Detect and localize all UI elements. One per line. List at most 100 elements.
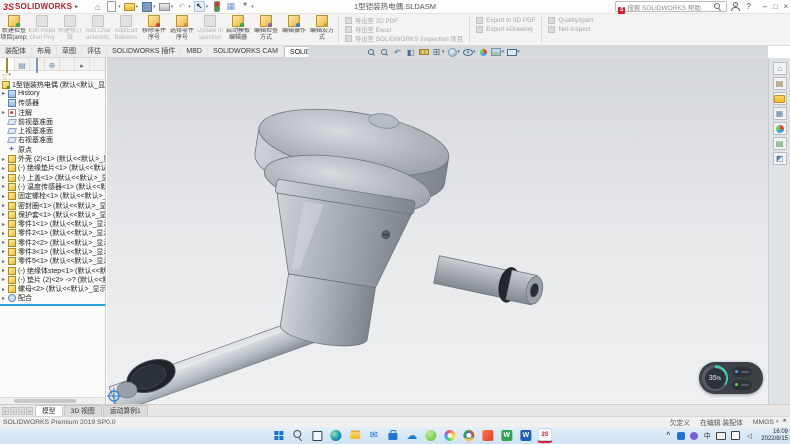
tree-item[interactable]: (-) 上盖<1> (默认<<默认>_显示状 — [0, 173, 105, 182]
new-document-icon[interactable] — [106, 1, 117, 12]
file-explorer-icon[interactable] — [347, 428, 362, 443]
tree-item[interactable]: 螺母<2> (默认<<默认>_显示状态 — [0, 285, 105, 294]
menu-expand-icon[interactable] — [75, 3, 78, 10]
measure-icon[interactable] — [418, 47, 429, 58]
ribbon-button[interactable]: Add Characteristic — [84, 14, 112, 45]
status-item[interactable]: 欠定义 — [670, 417, 690, 427]
tree-item[interactable]: 零件2<2> (默认<<默认>_显示状态 — [0, 238, 105, 247]
view-settings-icon[interactable] — [506, 47, 517, 58]
ribbon-button[interactable]: 移除零件序号 — [140, 14, 168, 45]
design-library-icon[interactable] — [773, 77, 787, 90]
export-menu-item[interactable]: 导出至 2D PDF — [341, 16, 467, 25]
tree-item[interactable]: 右视基准面 — [0, 136, 105, 145]
zoom-fit-icon[interactable] — [366, 47, 377, 58]
document-tab[interactable]: 模型 — [35, 405, 63, 416]
export-menu-item[interactable]: QualityXpert — [544, 16, 597, 25]
ribbon-button[interactable]: 编辑操作 — [280, 14, 308, 45]
restore-button[interactable] — [773, 2, 777, 11]
taskbar-clock[interactable]: 16:09 2022/8/15 — [761, 429, 788, 443]
first-tab-icon[interactable]: « — [2, 407, 9, 415]
command-tab[interactable]: 布局 — [32, 46, 57, 57]
ribbon-button[interactable]: 编辑检查方式 — [252, 14, 280, 45]
export-menu-item[interactable]: Net-Inspect — [544, 25, 597, 34]
model-thermocouple-assembly[interactable] — [107, 58, 768, 404]
ribbon-button[interactable]: 新建检查项目(amp;N) — [0, 14, 28, 45]
wps-icon[interactable] — [499, 428, 514, 443]
tree-item[interactable]: (-) 垫片 (2)<2> ->? (默认<<默认> — [0, 275, 105, 284]
status-options-icon[interactable] — [782, 417, 786, 427]
onedrive-icon[interactable] — [404, 428, 419, 443]
dropdown-caret-icon[interactable] — [136, 4, 139, 10]
display-style-icon[interactable] — [447, 47, 458, 58]
command-tab[interactable]: 评估 — [82, 46, 107, 57]
tree-item[interactable]: 原点 — [0, 145, 105, 154]
command-tab[interactable]: SOLIDWORKS 插件 — [107, 46, 181, 57]
file-properties-icon[interactable] — [225, 1, 236, 12]
command-tab[interactable]: 装配体 — [0, 46, 32, 57]
tree-item[interactable]: 传感器 — [0, 99, 105, 108]
ribbon-button[interactable]: Update Inspection Project — [196, 14, 224, 45]
volume-icon[interactable] — [745, 430, 753, 442]
dropdown-caret-icon[interactable] — [251, 4, 254, 10]
close-button[interactable] — [783, 2, 788, 11]
tree-item[interactable]: 零件3<1> (默认<<默认>_显示状态 — [0, 247, 105, 256]
start-button[interactable] — [271, 428, 286, 443]
panel-tab[interactable] — [15, 58, 30, 70]
ribbon-button[interactable]: Add/Edit Balloons — [112, 14, 140, 45]
tray-purple-icon[interactable] — [690, 430, 698, 442]
scrollbar-thumb[interactable] — [14, 399, 76, 403]
previous-view-icon[interactable] — [392, 47, 403, 58]
dropdown-caret-icon[interactable] — [118, 4, 121, 10]
help-icon[interactable] — [746, 2, 750, 11]
dropdown-caret-icon[interactable] — [171, 4, 174, 10]
hide-show-items-icon[interactable] — [462, 47, 473, 58]
open-icon[interactable] — [124, 1, 135, 12]
ribbon-button[interactable]: 编辑宏方式 — [308, 14, 336, 45]
task-view-button[interactable] — [309, 428, 324, 443]
app-red-icon[interactable] — [480, 428, 495, 443]
dropdown-caret-icon[interactable] — [153, 4, 156, 10]
panel-tab[interactable] — [60, 58, 75, 70]
appearances-icon[interactable] — [773, 122, 787, 135]
search-input[interactable]: 搜索 SOLIDWORKS 帮助 — [627, 2, 711, 12]
tree-item[interactable]: 上视基准面 — [0, 126, 105, 135]
panel-tab[interactable] — [30, 58, 45, 70]
graphics-area[interactable]: 35% — [107, 58, 768, 404]
panel-horizontal-scrollbar[interactable] — [0, 397, 106, 404]
section-view-icon[interactable] — [405, 47, 416, 58]
export-menu-item[interactable]: Export to 3D PDF — [472, 16, 539, 25]
next-tab-icon[interactable]: › — [18, 407, 25, 415]
ribbon-button[interactable]: 新建修订版 — [56, 14, 84, 45]
status-item[interactable]: MMGS — [753, 419, 779, 426]
select-icon[interactable] — [194, 1, 205, 12]
export-menu-item[interactable]: 导出至 SOLIDWORKS Inspection 项目 — [341, 34, 467, 43]
file-explorer-icon[interactable] — [773, 92, 787, 105]
save-icon[interactable] — [141, 1, 152, 12]
status-item[interactable]: 在编辑 装配体 — [700, 417, 743, 427]
export-menu-item[interactable]: 导出至 Excel — [341, 25, 467, 34]
browser-ring-icon[interactable] — [442, 428, 457, 443]
dropdown-caret-icon[interactable] — [188, 4, 191, 10]
network-icon[interactable] — [716, 430, 726, 442]
units-caret-icon[interactable] — [776, 419, 779, 425]
login-icon[interactable] — [731, 2, 740, 11]
view-palette-icon[interactable] — [773, 107, 787, 120]
dropdown-caret-icon[interactable] — [502, 49, 505, 55]
tree-item[interactable]: 密封圈<1> (默认<<默认>_显示状 — [0, 201, 105, 210]
tray-blue-icon[interactable] — [677, 430, 685, 442]
tree-item[interactable]: 零件2<1> (默认<<默认>_显示状态 — [0, 229, 105, 238]
tree-root-item[interactable]: 1型铠装热电偶 (默认<默认_显示状态-1 — [0, 80, 105, 89]
custom-properties-icon[interactable] — [773, 137, 787, 150]
apply-scene-icon[interactable] — [491, 47, 502, 58]
command-tab[interactable]: SOLIDWORKS CAM — [208, 46, 284, 57]
tree-item[interactable]: 保护套<1> (默认<<默认>_显示状 — [0, 210, 105, 219]
search-icon[interactable] — [713, 2, 722, 11]
prev-tab-icon[interactable]: ‹ — [10, 407, 17, 415]
view-orientation-icon[interactable] — [431, 47, 442, 58]
document-tab[interactable]: 运动算例1 — [103, 405, 148, 416]
tree-item[interactable]: (-) 绝缘垫片<1> (默认<<默认>_显 — [0, 164, 105, 173]
screen-recorder-widget[interactable]: 35% — [699, 362, 763, 394]
tree-item[interactable]: 零件5<1> (默认<<默认>_显示状态 — [0, 257, 105, 266]
word-icon[interactable] — [518, 428, 533, 443]
rebuild-icon[interactable] — [211, 1, 222, 12]
